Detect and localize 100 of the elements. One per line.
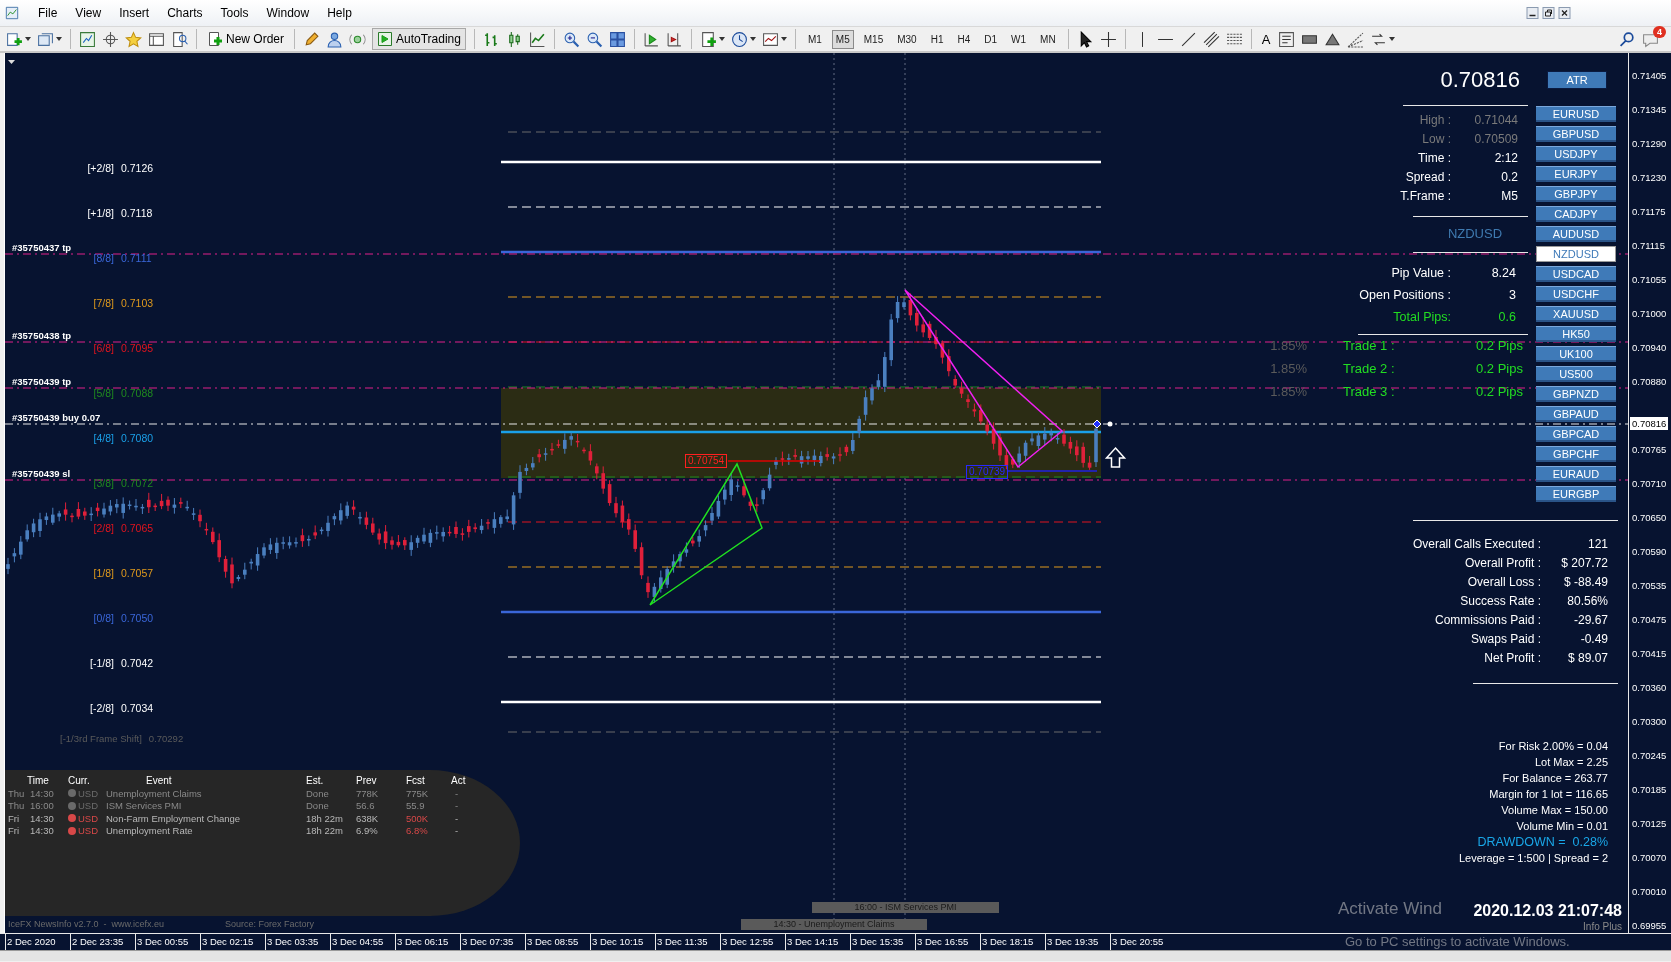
table-cell-text: Done (306, 787, 330, 799)
risk-line: For Risk 2.00% = 0.04 (1498, 739, 1608, 754)
level-value: 0.7111 (121, 252, 152, 264)
table-cell-text: 6.9% (356, 825, 379, 837)
table-cell-text: Fri (8, 825, 21, 837)
level-tag: [-2/8] (60, 702, 114, 714)
price-tick: 0.70710 (1632, 477, 1667, 491)
risk-line: Leverage = 1:500 | Spread = 2 (1458, 851, 1608, 866)
timeframe-button[interactable]: MN (1036, 29, 1060, 49)
timeframe-button[interactable]: D1 (980, 29, 1002, 49)
level-value: 0.7126 (121, 162, 154, 174)
price-tick: 0.71230 (1632, 171, 1667, 185)
symbol-button[interactable]: GBPNZD (1536, 386, 1616, 402)
table-cell-text: 638K (356, 812, 380, 824)
stat-value: M5 (1500, 188, 1518, 203)
activation-notice: Go to PC settings to activate Windows. (1345, 934, 1570, 949)
symbol-button[interactable]: USDCAD (1536, 266, 1616, 282)
table-cell-text: Unemployment Rate (106, 825, 194, 837)
timeframe-button[interactable]: W1 (1007, 29, 1031, 49)
trade-label: Trade 3 : (1342, 384, 1396, 399)
risk-line: For Balance = 263.77 (1502, 771, 1608, 786)
text-tool-button[interactable]: A (1259, 31, 1273, 47)
symbol-label: NZDUSD (1446, 226, 1504, 241)
table-cell-text: Thu (8, 800, 26, 812)
level-tag: [3/8] (60, 477, 114, 489)
timeframe-button[interactable]: M30 (893, 29, 921, 49)
menu-item[interactable]: File (29, 6, 67, 20)
stat-value: $ 207.72 (1560, 555, 1608, 570)
timeframe-button[interactable]: M15 (859, 29, 888, 49)
symbol-button[interactable]: GBPCAD (1536, 426, 1616, 442)
order-label: #35750439 sl (12, 468, 71, 479)
symbol-button[interactable]: XAUUSD (1536, 306, 1616, 322)
price-tick: 0.71290 (1632, 137, 1667, 151)
symbol-button[interactable]: GBPAUD (1536, 406, 1616, 422)
level-value: 0.7065 (121, 522, 154, 534)
stat-label: Swaps Paid : (1469, 631, 1542, 646)
symbol-button[interactable]: US500 (1536, 366, 1616, 382)
table-cell-text: 55.9 (406, 800, 426, 812)
menu-item[interactable]: Help (318, 6, 361, 20)
table-cell-text: 14:30 (30, 812, 55, 824)
column-header: Fcst (406, 774, 426, 786)
table-cell-text: Done (306, 800, 330, 812)
order-label: #35750439 tp (12, 376, 72, 387)
price-tick: 0.71115 (1632, 239, 1665, 253)
order-label: #35750439 buy 0.07 (12, 412, 101, 423)
atr-button[interactable]: ATR (1547, 71, 1607, 89)
stat-label: Overall Profit : (1463, 555, 1542, 570)
table-cell-text: 500K (406, 812, 430, 824)
price-tick: 0.70245 (1632, 749, 1667, 763)
order-label: #35750438 tp (12, 330, 72, 341)
symbol-button[interactable]: USDJPY (1536, 146, 1616, 162)
stat-label: Success Rate : (1459, 593, 1542, 608)
stat-value: -29.67 (1572, 612, 1608, 627)
menu-item[interactable]: Window (257, 6, 319, 20)
stat-value: 2:12 (1493, 150, 1518, 165)
price-tick: 0.70590 (1632, 545, 1667, 559)
current-price: 0.70816 (1439, 67, 1520, 93)
timeframe-button[interactable]: M5 (831, 29, 854, 49)
menu-item[interactable]: View (66, 6, 111, 20)
symbol-button[interactable]: HK50 (1536, 326, 1616, 342)
level-value: 0.7042 (121, 657, 154, 669)
symbol-button[interactable]: EURAUD (1536, 466, 1616, 482)
timeframe-button[interactable]: H1 (926, 29, 948, 49)
menu-item[interactable]: Tools (211, 6, 258, 20)
caption: Info Plus (1582, 921, 1622, 932)
symbol-button[interactable]: GBPUSD (1536, 126, 1616, 142)
symbol-button[interactable]: EURUSD (1536, 106, 1616, 122)
table-cell-text: - (454, 800, 460, 812)
news-source: Source: Forex Factory (225, 919, 315, 929)
level-value: 0.7050 (121, 612, 154, 624)
level-value: 0.7072 (121, 477, 154, 489)
symbol-button[interactable]: USDCHF (1536, 286, 1616, 302)
stat-value: 80.56% (1566, 593, 1608, 608)
symbol-button[interactable]: EURJPY (1536, 166, 1616, 182)
table-cell-text: 18h 22m (306, 825, 344, 837)
symbol-button[interactable]: UK100 (1536, 346, 1616, 362)
price-tick: 0.70360 (1632, 681, 1667, 695)
symbol-button[interactable]: GBPCHF (1536, 446, 1616, 462)
autotrading-button[interactable]: AutoTrading (372, 28, 466, 50)
symbol-button[interactable]: GBPJPY (1536, 186, 1616, 202)
symbol-button[interactable]: EURGBP (1536, 486, 1616, 502)
symbol-button[interactable]: AUDUSD (1536, 226, 1616, 242)
column-header: Act (451, 774, 467, 786)
level-tag: [0/8] (60, 612, 114, 624)
stat-value: -0.49 (1579, 631, 1608, 646)
price-tick: 0.70880 (1632, 375, 1667, 389)
current-price-tag: 0.70816 (1630, 417, 1669, 430)
table-cell-text: 14:30 (30, 825, 55, 837)
price-tick: 0.70070 (1632, 851, 1667, 865)
timeframe-button[interactable]: M1 (803, 29, 826, 49)
new-order-button[interactable]: New Order (205, 28, 286, 50)
level-value: 0.7080 (121, 432, 154, 444)
menu-item[interactable]: Charts (158, 6, 212, 20)
table-cell-text: Unemployment Claims (106, 787, 203, 799)
symbol-button[interactable]: NZDUSD (1536, 246, 1616, 262)
menu-item[interactable]: Insert (110, 6, 159, 20)
symbol-button[interactable]: CADJPY (1536, 206, 1616, 222)
table-cell-text: 16:00 (30, 800, 55, 812)
stat-value: 0.2 (1500, 169, 1518, 184)
timeframe-button[interactable]: H4 (953, 29, 975, 49)
